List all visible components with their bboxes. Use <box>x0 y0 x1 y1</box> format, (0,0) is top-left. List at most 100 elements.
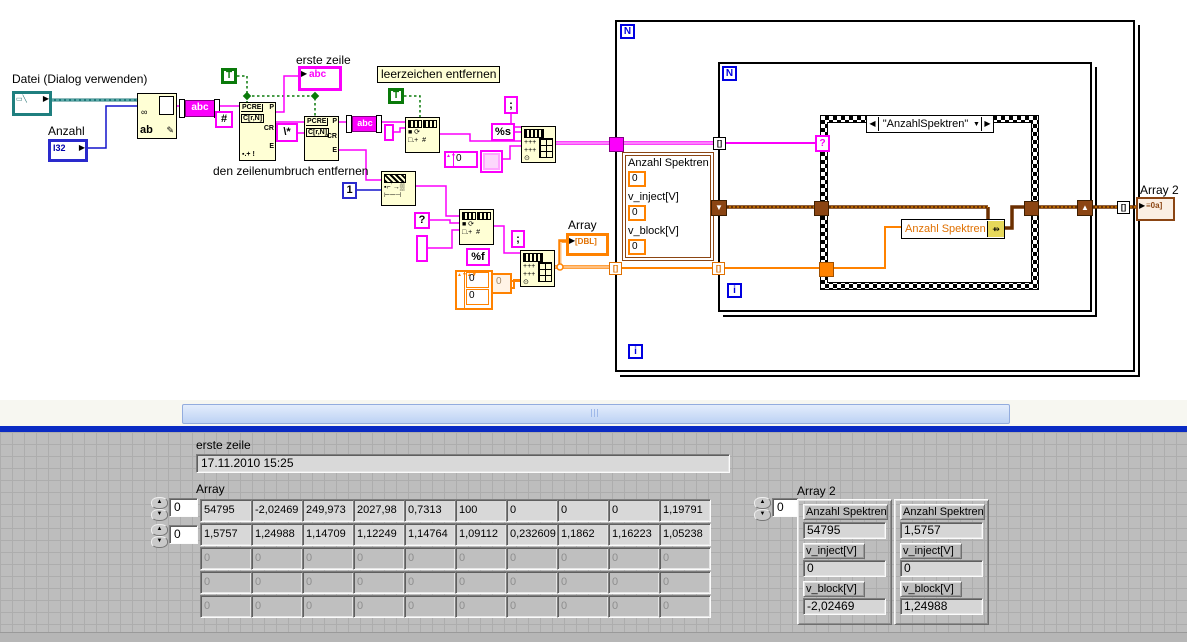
array-cell[interactable]: 0 <box>557 499 609 522</box>
array-cell[interactable]: 1,14764 <box>404 523 456 546</box>
loop-count-terminal[interactable]: N <box>722 66 737 81</box>
first-line-string-indicator[interactable]: ▶ abc <box>298 66 342 91</box>
array-cell[interactable]: 100 <box>455 499 507 522</box>
array-cell[interactable]: 1,5757 <box>200 523 252 546</box>
array-cell[interactable]: 0,7313 <box>404 499 456 522</box>
tunnel-string-array[interactable] <box>609 137 624 152</box>
semicolon-constant[interactable]: ; <box>504 96 518 114</box>
case-selector-terminal[interactable]: ? <box>815 135 830 152</box>
array-cell[interactable]: 2027,98 <box>353 499 405 522</box>
shift-register-left[interactable]: ▼ <box>711 200 727 216</box>
cluster-constant[interactable]: Anzahl Spektren 0 v_inject[V] 0 v_block[… <box>622 152 714 261</box>
array-cell[interactable]: 1,14709 <box>302 523 354 546</box>
loop-iteration-terminal[interactable]: i <box>628 344 643 359</box>
array-col-index-control[interactable]: ▲ ▼ <box>151 524 168 548</box>
cluster-field-value[interactable]: 1,5757 <box>900 522 983 539</box>
zero-numeric-constant[interactable]: ▲▼ 0 <box>444 151 478 168</box>
shift-register-right[interactable]: ▲ <box>1077 200 1093 216</box>
array-cell[interactable]: 249,973 <box>302 499 354 522</box>
one-numeric-constant[interactable]: 1 <box>342 182 357 199</box>
cluster-field-value[interactable]: 0 <box>628 205 646 221</box>
spinner-icon[interactable]: ▲▼▲▼ <box>457 272 477 308</box>
array-row-index-value[interactable]: 0 <box>169 498 198 517</box>
first-line-string-field[interactable]: 17.11.2010 15:25 <box>196 454 730 473</box>
array-cell[interactable]: 1,16223 <box>608 523 660 546</box>
auto-index-tunnel[interactable]: [] <box>712 262 725 275</box>
file-path-control[interactable]: ▭╲ ▶ <box>12 91 52 116</box>
spreadsheet-string-to-array-node[interactable]: +++ +++ ⊙ <box>520 250 555 287</box>
trim-whitespace-node[interactable]: abc <box>179 99 220 118</box>
increment-button[interactable]: ▲ <box>151 497 168 509</box>
question-string-constant[interactable]: ? <box>414 212 430 229</box>
array-cell[interactable]: 1,19791 <box>659 499 711 522</box>
empty-string-constant[interactable] <box>384 124 394 141</box>
empty-numeric-element[interactable]: 0 <box>491 273 512 294</box>
array2-cluster-array-indicator[interactable]: ▶ ≡0a] <box>1136 197 1175 221</box>
decrement-button[interactable]: ▼ <box>151 509 168 521</box>
search-replace-string-node[interactable]: ■ ⟳ □.+ # <box>459 209 494 245</box>
format-string-constant[interactable]: %s <box>491 123 515 141</box>
cluster-field-value[interactable]: 0 <box>803 560 886 577</box>
array-cell[interactable]: 1,1862 <box>557 523 609 546</box>
true-constant[interactable]: T <box>388 88 404 104</box>
array-cell[interactable]: 1,09112 <box>455 523 507 546</box>
array-cell[interactable]: 1,24988 <box>251 523 303 546</box>
split-string-node[interactable]: ▪⌐˙→▒ ⊢─⊣ <box>381 171 416 206</box>
array-cell[interactable]: 0 <box>506 499 558 522</box>
auto-index-tunnel[interactable]: [] <box>609 262 622 275</box>
array-cell[interactable]: 0,232609 <box>506 523 558 546</box>
array-row-index-control[interactable]: ▲ ▼ <box>151 497 168 521</box>
loop-count-terminal[interactable]: N <box>620 24 635 39</box>
cluster-field-value[interactable]: 0 <box>628 239 646 255</box>
array-col-index-value[interactable]: 0 <box>169 525 198 544</box>
auto-index-tunnel[interactable]: [] <box>713 137 726 150</box>
case-prev-button[interactable]: ◀ <box>867 117 879 131</box>
auto-index-tunnel[interactable]: [] <box>1117 201 1130 214</box>
spinner-icon[interactable]: ▲▼ <box>446 153 456 166</box>
array-cell[interactable]: -2,02469 <box>251 499 303 522</box>
array-cell[interactable]: 0 <box>608 499 660 522</box>
array2-index-value[interactable]: 0 <box>772 498 799 517</box>
array-cell[interactable]: 54795 <box>200 499 252 522</box>
hash-string-constant[interactable]: # <box>215 111 233 128</box>
decrement-button[interactable]: ▼ <box>151 536 168 548</box>
numeric-array-constant[interactable]: ▲▼▲▼ 0 0 <box>455 270 493 310</box>
case-selector[interactable]: ◀ "AnzahlSpektren" ▼ ▶ <box>866 115 994 133</box>
i32-control[interactable]: I32 ▶ <box>48 139 88 162</box>
array-cell[interactable]: 1,12249 <box>353 523 405 546</box>
scrollbar-thumb[interactable] <box>182 404 1010 424</box>
array-dbl-indicator[interactable]: ▶ [DBL] <box>566 233 609 256</box>
empty-array-constant[interactable] <box>480 150 503 173</box>
spreadsheet-string-to-array-node[interactable]: +++ +++ ⊙ <box>521 126 556 163</box>
true-constant[interactable]: T <box>221 68 237 84</box>
tunnel-dbl-array[interactable] <box>819 262 834 277</box>
array2-index-control[interactable]: ▲ ▼ <box>754 497 771 521</box>
cluster-field-value[interactable]: 1,24988 <box>900 598 983 615</box>
decrement-button[interactable]: ▼ <box>754 509 771 521</box>
cluster-element[interactable]: Anzahl Spektren 54795 v_inject[V] 0 v_bl… <box>797 499 892 625</box>
tunnel-cluster[interactable] <box>814 201 829 216</box>
increment-button[interactable]: ▲ <box>151 524 168 536</box>
loop-iteration-terminal[interactable]: i <box>727 283 742 298</box>
regex-star-constant[interactable]: \* <box>276 123 298 142</box>
cluster-field-value[interactable]: 54795 <box>803 522 886 539</box>
case-dropdown-icon[interactable]: ▼ <box>972 121 981 128</box>
bundle-by-name-node[interactable]: Anzahl Spektren ⇻ <box>901 219 1005 239</box>
match-regex-node[interactable]: PCRE C[r,N] P CR E <box>304 116 339 161</box>
match-regex-node[interactable]: PCRE C[r,N] P CR E ▪.+ ! <box>239 102 276 161</box>
semicolon-constant[interactable]: ; <box>511 230 525 248</box>
trim-whitespace-node[interactable]: abc <box>346 115 382 133</box>
read-text-file-node[interactable]: ∞ ab ✎ <box>137 93 177 139</box>
format-float-constant[interactable]: %f <box>466 248 490 266</box>
array-cell[interactable]: 1,05238 <box>659 523 711 546</box>
cluster-element[interactable]: Anzahl Spektren 1,5757 v_inject[V] 0 v_b… <box>894 499 989 625</box>
empty-string-constant[interactable] <box>416 235 428 262</box>
case-next-button[interactable]: ▶ <box>981 117 993 131</box>
diagram-horizontal-scrollbar[interactable] <box>0 400 1187 426</box>
cluster-field-value[interactable]: -2,02469 <box>803 598 886 615</box>
cluster-field-value[interactable]: 0 <box>900 560 983 577</box>
increment-button[interactable]: ▲ <box>754 497 771 509</box>
tunnel-cluster[interactable] <box>1024 201 1039 216</box>
cluster-field-value[interactable]: 0 <box>628 171 646 187</box>
search-replace-string-node[interactable]: ■ ⟳ □.+ # <box>405 117 440 153</box>
